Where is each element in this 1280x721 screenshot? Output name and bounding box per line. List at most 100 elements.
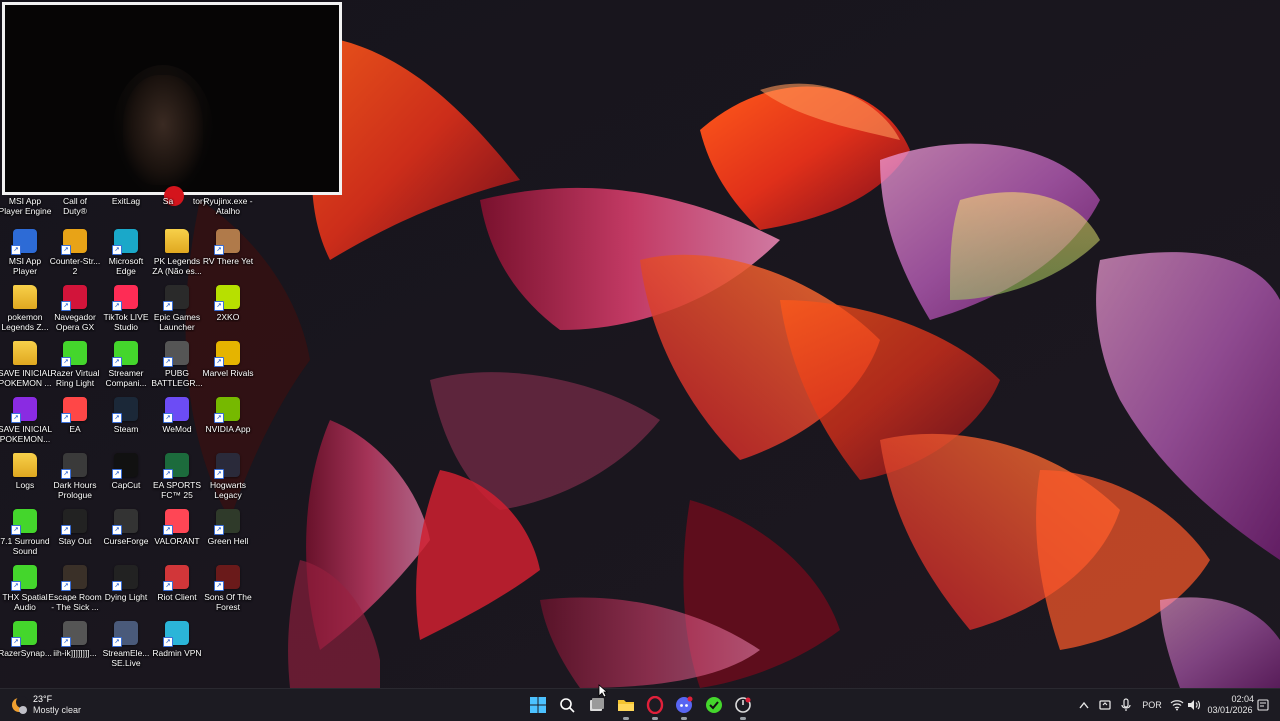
desktop-icon[interactable]: ↗ THX Spatial Audio [0,565,50,612]
green-hell-icon: ↗ [214,509,240,535]
desktop-icon[interactable]: ↗ CapCut [101,453,151,490]
shortcut-arrow-icon: ↗ [61,245,71,255]
shortcut-arrow-icon: ↗ [112,245,122,255]
wifi-tray-button[interactable] [1168,689,1186,721]
shortcut-arrow-icon: ↗ [61,581,71,591]
desktop-icon[interactable]: ↗ Razer Virtual Ring Light [50,341,100,388]
shortcut-arrow-icon: ↗ [214,245,224,255]
desktop-icon-label: TikTok LIVE Studio [103,312,149,332]
desktop-icon-label: RazerSynap... [0,648,52,658]
desktop-icon-label: Logs [15,480,35,490]
desktop-icon[interactable]: ↗ 7.1 Surround Sound [0,509,50,556]
desktop-icon[interactable]: ↗ RV There Yet [203,229,253,266]
webcam-overlay [2,2,342,195]
valorant-icon: ↗ [163,509,189,535]
desktop-icon[interactable]: ↗ Dying Light [101,565,151,602]
desktop-icon[interactable]: ↗ Dark Hours Prologue [50,453,100,500]
desktop-icon[interactable]: ↗ iih-ik]]]]]]]]... [50,621,100,658]
shortcut-arrow-icon: ↗ [163,357,173,367]
desktop-icon[interactable]: PK Legends ZA (Não es... [152,229,202,276]
epic-games-icon: ↗ [163,285,189,311]
razer-cortex-button[interactable] [731,693,755,720]
desktop-icon-label: Dark Hours Prologue [53,480,97,500]
desktop-icon[interactable]: Logs [0,453,50,490]
desktop-icon[interactable]: ↗ Stay Out [50,509,100,546]
microphone-icon [1121,698,1131,711]
desktop-icon[interactable]: ↗ EA SPORTS FC™ 25 [152,453,202,500]
desktop-icon[interactable]: ↗ Epic Games Launcher [152,285,202,332]
file-explorer-button[interactable] [614,693,638,720]
shortcut-arrow-icon: ↗ [61,525,71,535]
desktop-icon-label: Microsoft Edge [108,256,144,276]
desktop-icon[interactable]: ↗ VALORANT [152,509,202,546]
desktop-icon-label: NVIDIA App [205,424,251,434]
radmin-vpn-icon: ↗ [163,621,189,647]
desktop-icon-label: EA [69,424,81,434]
desktop-icon[interactable]: ↗ MSI App Player [0,229,50,276]
desktop-icon[interactable]: ↗ StreamEle... SE.Live [101,621,151,668]
desktop-icon[interactable]: pokemon Legends Z... [0,285,50,332]
desktop-icon-label: Stay Out [58,536,92,546]
desktop-icon[interactable]: ↗ PUBG BATTLEGR... [151,341,203,388]
desktop-icon[interactable]: ↗ Counter-Str... 2 [50,229,100,276]
desktop-icon[interactable]: ↗ TikTok LIVE Studio [101,285,151,332]
desktop-icon[interactable]: ↗ Streamer Compani... [101,341,151,388]
shortcut-arrow-icon: ↗ [61,301,71,311]
desktop-icon[interactable]: ↗ Escape Room - The Sick ... [48,565,102,612]
desktop-icon[interactable]: SAVE INICIAL POKEMON ... [0,341,52,388]
desktop-icon[interactable]: ↗ Steam [101,397,151,434]
start-button[interactable] [526,693,550,717]
shortcut-arrow-icon: ↗ [11,581,21,591]
desktop-icon[interactable]: ↗ Radmin VPN [152,621,202,658]
desktop-icon[interactable]: ↗ Hogwarts Legacy [203,453,253,500]
desktop-icon-label: Sons Of The Forest [204,592,252,612]
search-button[interactable] [555,693,579,717]
weather-widget[interactable]: 23°F Mostly clear [10,694,110,718]
shortcut-arrow-icon: ↗ [112,413,122,423]
shortcut-arrow-icon: ↗ [61,637,71,647]
desktop-icon[interactable]: ↗ Marvel Rivals [202,341,254,378]
razer-synapse-button[interactable] [702,693,726,717]
notifications-button[interactable] [1255,689,1271,721]
razer-ring-light-icon: ↗ [61,341,87,367]
desktop-icon-label: 2XKO [216,312,240,322]
task-view-icon [590,698,604,711]
desktop-icon[interactable]: ↗ RazerSynap... [0,621,52,658]
desktop-icon[interactable]: ↗ EA [50,397,100,434]
sync-icon [1099,700,1111,710]
language-indicator[interactable]: POR [1138,689,1166,721]
discord-button[interactable] [672,693,696,720]
show-hidden-icons-button[interactable] [1075,689,1093,721]
desktop-icon-label: Riot Client [157,592,197,602]
desktop-icon[interactable]: ↗ CurseForge [101,509,151,546]
microphone-tray-button[interactable] [1118,689,1134,721]
partial-icon-label[interactable]: Ryujinx.exe - Atalho [200,196,256,216]
desktop-icon[interactable]: ↗ Sons Of The Forest [203,565,253,612]
desktop-icon[interactable]: ↗ Riot Client [152,565,202,602]
clock[interactable]: 02:04 03/01/2026 [1206,689,1254,721]
desktop-icon-label: PUBG BATTLEGR... [151,368,203,388]
folder-icon [13,285,37,309]
opera-gx-button[interactable] [643,693,667,720]
desktop-icon-label: WeMod [162,424,192,434]
volume-tray-button[interactable] [1185,689,1203,721]
desktop-icon[interactable]: ↗ Microsoft Edge [101,229,151,276]
partial-icon-label[interactable]: Call of Duty® [47,196,103,216]
desktop-icon[interactable]: ↗ Navegador Opera GX [50,285,100,332]
desktop-icon[interactable]: ↗ NVIDIA App [203,397,253,434]
desktop-icon-label: CurseForge [103,536,149,546]
razer-synapse-icon: ↗ [11,621,37,647]
hogwarts-icon: ↗ [214,453,240,479]
shortcut-arrow-icon: ↗ [61,469,71,479]
partial-icon-label[interactable]: MSI App Player Engine [0,196,53,216]
desktop-icon[interactable]: ↗ WeMod [152,397,202,434]
sync-tray-button[interactable] [1096,689,1114,721]
desktop-icon[interactable]: ↗ Green Hell [203,509,253,546]
streamelements-icon: ↗ [112,621,138,647]
shortcut-arrow-icon: ↗ [163,637,173,647]
folder-icon [13,341,37,365]
tiktok-live-icon: ↗ [112,285,138,311]
shortcut-arrow-icon: ↗ [11,245,21,255]
desktop-icon[interactable]: ↗ 2XKO [203,285,253,322]
desktop-icon[interactable]: ↗ SAVE INICIAL POKEMON... [0,397,52,444]
